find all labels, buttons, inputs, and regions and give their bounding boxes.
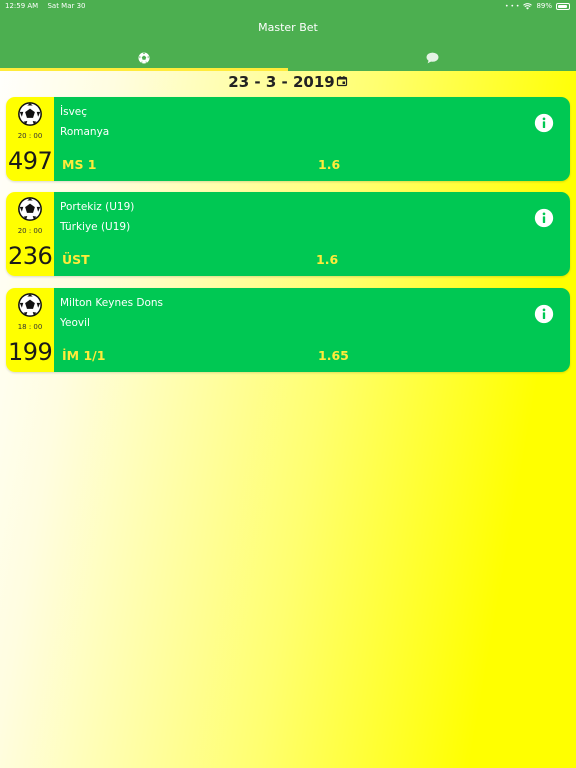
away-team: Türkiye (U19)	[60, 221, 131, 233]
bet-pick: ÜST	[62, 252, 90, 267]
status-date: Sat Mar 30	[47, 2, 86, 10]
bet-pick: İM 1/1	[62, 348, 106, 363]
wifi-icon	[523, 2, 533, 9]
battery-percent: 89%	[536, 2, 552, 10]
home-team: Portekiz (U19)	[60, 201, 135, 213]
match-number: 236	[8, 242, 53, 270]
bet-odd: 1.6	[318, 157, 341, 172]
match-number: 497	[8, 147, 53, 175]
tab-chat[interactable]	[288, 44, 576, 71]
match-card-content: Portekiz (U19) Türkiye (U19) ÜST 1.6	[54, 192, 570, 276]
soccer-ball-icon	[18, 102, 42, 126]
match-card[interactable]: 20 : 00 497 İsveç Romanya MS 1 1.6	[6, 97, 570, 181]
app-title: Master Bet	[258, 21, 318, 34]
bet-pick: MS 1	[62, 157, 97, 172]
match-card-left-panel: 18 : 00 199	[6, 288, 54, 372]
match-time: 20 : 00	[17, 132, 43, 140]
tab-matches[interactable]	[0, 44, 288, 71]
info-icon[interactable]	[534, 113, 554, 133]
signal-dots-icon: • • •	[505, 2, 520, 10]
match-card-content: Milton Keynes Dons Yeovil İM 1/1 1.65	[54, 288, 570, 372]
match-card-left-panel: 20 : 00 236	[6, 192, 54, 276]
info-icon[interactable]	[534, 304, 554, 324]
status-time: 12:59 AM	[5, 2, 39, 10]
away-team: Romanya	[60, 126, 110, 138]
soccer-ball-icon	[138, 52, 150, 63]
chat-bubble-icon	[426, 52, 438, 63]
date-selector[interactable]: 23 - 3 - 2019	[0, 72, 576, 92]
match-number: 199	[8, 338, 53, 366]
home-team: İsveç	[60, 106, 88, 118]
info-icon[interactable]	[534, 208, 554, 228]
home-team: Milton Keynes Dons	[60, 297, 164, 309]
bet-odd: 1.65	[318, 348, 349, 363]
match-card[interactable]: 18 : 00 199 Milton Keynes Dons Yeovil İM…	[6, 288, 570, 372]
away-team: Yeovil	[60, 317, 90, 329]
tab-indicator	[0, 68, 288, 71]
battery-level	[558, 4, 567, 8]
calendar-icon[interactable]	[336, 75, 348, 87]
date-label: 23 - 3 - 2019	[228, 73, 335, 91]
match-card-content: İsveç Romanya MS 1 1.6	[54, 97, 570, 181]
match-time: 18 : 00	[17, 323, 43, 331]
match-card[interactable]: 20 : 00 236 Portekiz (U19) Türkiye (U19)…	[6, 192, 570, 276]
match-time: 20 : 00	[17, 227, 43, 235]
match-card-left-panel: 20 : 00 497	[6, 97, 54, 181]
app-header: 12:59 AM Sat Mar 30 • • • 89% Master Bet	[0, 0, 576, 71]
status-bar: 12:59 AM Sat Mar 30 • • • 89%	[0, 0, 576, 12]
bet-odd: 1.6	[316, 252, 339, 267]
soccer-ball-icon	[18, 197, 42, 221]
soccer-ball-icon	[18, 293, 42, 317]
battery-icon	[556, 2, 570, 10]
